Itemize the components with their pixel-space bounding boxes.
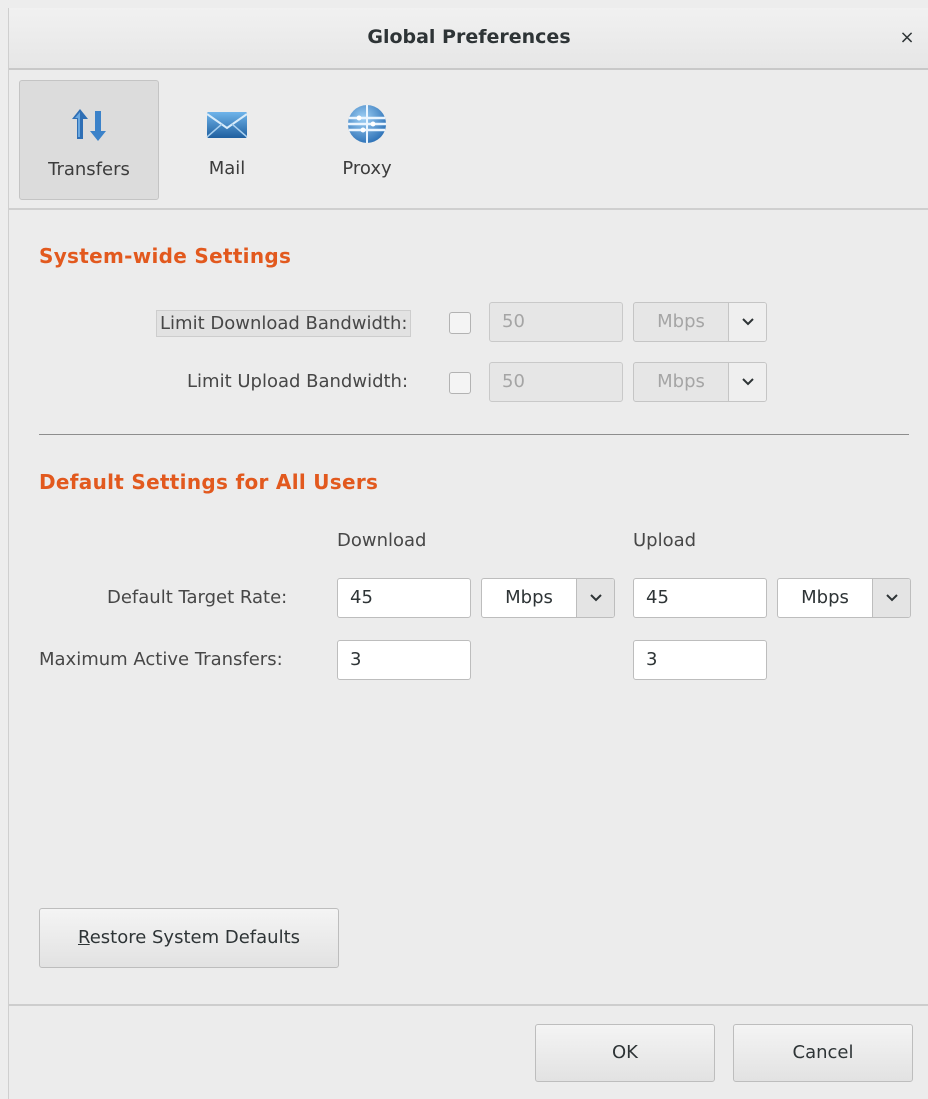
tab-mail[interactable]: Mail bbox=[181, 80, 273, 198]
ok-button[interactable]: OK bbox=[535, 1024, 715, 1082]
dialog-title: Global Preferences bbox=[367, 26, 571, 48]
chevron-down-icon bbox=[741, 318, 754, 326]
default-settings-heading: Default Settings for All Users bbox=[39, 470, 379, 494]
download-target-unit-select[interactable]: Mbps bbox=[481, 578, 615, 618]
download-max-transfers-input[interactable]: 3 bbox=[337, 640, 471, 680]
download-target-rate-input[interactable]: 45 bbox=[337, 578, 471, 618]
mail-icon bbox=[206, 112, 248, 138]
footer-separator bbox=[9, 1004, 928, 1006]
chevron-down-icon bbox=[741, 378, 754, 386]
restore-mnemonic: R bbox=[77, 927, 90, 948]
section-divider bbox=[39, 434, 909, 435]
limit-download-unit-value: Mbps bbox=[657, 311, 705, 332]
max-transfers-label: Maximum Active Transfers: bbox=[39, 649, 283, 670]
cancel-button[interactable]: Cancel bbox=[733, 1024, 913, 1082]
close-icon: × bbox=[899, 27, 915, 48]
download-target-unit-value: Mbps bbox=[505, 587, 553, 608]
tab-transfers-label: Transfers bbox=[48, 159, 130, 180]
upload-target-unit-value: Mbps bbox=[801, 587, 849, 608]
upload-max-transfers-input[interactable]: 3 bbox=[633, 640, 767, 680]
limit-download-unit-select[interactable]: Mbps bbox=[633, 302, 767, 342]
limit-download-input[interactable]: 50 bbox=[489, 302, 623, 342]
title-bar: Global Preferences × bbox=[9, 8, 928, 70]
tab-proxy-label: Proxy bbox=[342, 158, 392, 179]
restore-label: estore System Defaults bbox=[89, 927, 301, 948]
global-preferences-dialog: Global Preferences × Transfers Mail Prox… bbox=[8, 8, 928, 1099]
limit-upload-input[interactable]: 50 bbox=[489, 362, 623, 402]
system-settings-heading: System-wide Settings bbox=[39, 244, 292, 268]
close-button[interactable]: × bbox=[895, 26, 919, 50]
upload-target-rate-input[interactable]: 45 bbox=[633, 578, 767, 618]
chevron-down-icon bbox=[885, 594, 898, 602]
download-column-header: Download bbox=[337, 530, 427, 551]
upload-target-unit-select[interactable]: Mbps bbox=[777, 578, 911, 618]
limit-upload-checkbox[interactable] bbox=[449, 372, 471, 394]
limit-download-label: Limit Download Bandwidth: bbox=[156, 310, 412, 337]
tab-mail-label: Mail bbox=[208, 158, 246, 179]
tab-transfers[interactable]: Transfers bbox=[19, 80, 159, 200]
chevron-down-icon bbox=[589, 594, 602, 602]
limit-download-checkbox[interactable] bbox=[449, 312, 471, 334]
transfers-icon bbox=[72, 109, 106, 141]
preferences-toolbar: Transfers Mail Proxy bbox=[9, 70, 928, 210]
restore-defaults-button[interactable]: Restore System Defaults bbox=[39, 908, 339, 968]
upload-column-header: Upload bbox=[633, 530, 697, 551]
limit-upload-unit-value: Mbps bbox=[657, 371, 705, 392]
limit-upload-unit-select[interactable]: Mbps bbox=[633, 362, 767, 402]
limit-upload-label: Limit Upload Bandwidth: bbox=[187, 371, 409, 392]
tab-proxy[interactable]: Proxy bbox=[321, 80, 413, 198]
proxy-icon bbox=[348, 105, 386, 143]
target-rate-label: Default Target Rate: bbox=[107, 587, 288, 608]
